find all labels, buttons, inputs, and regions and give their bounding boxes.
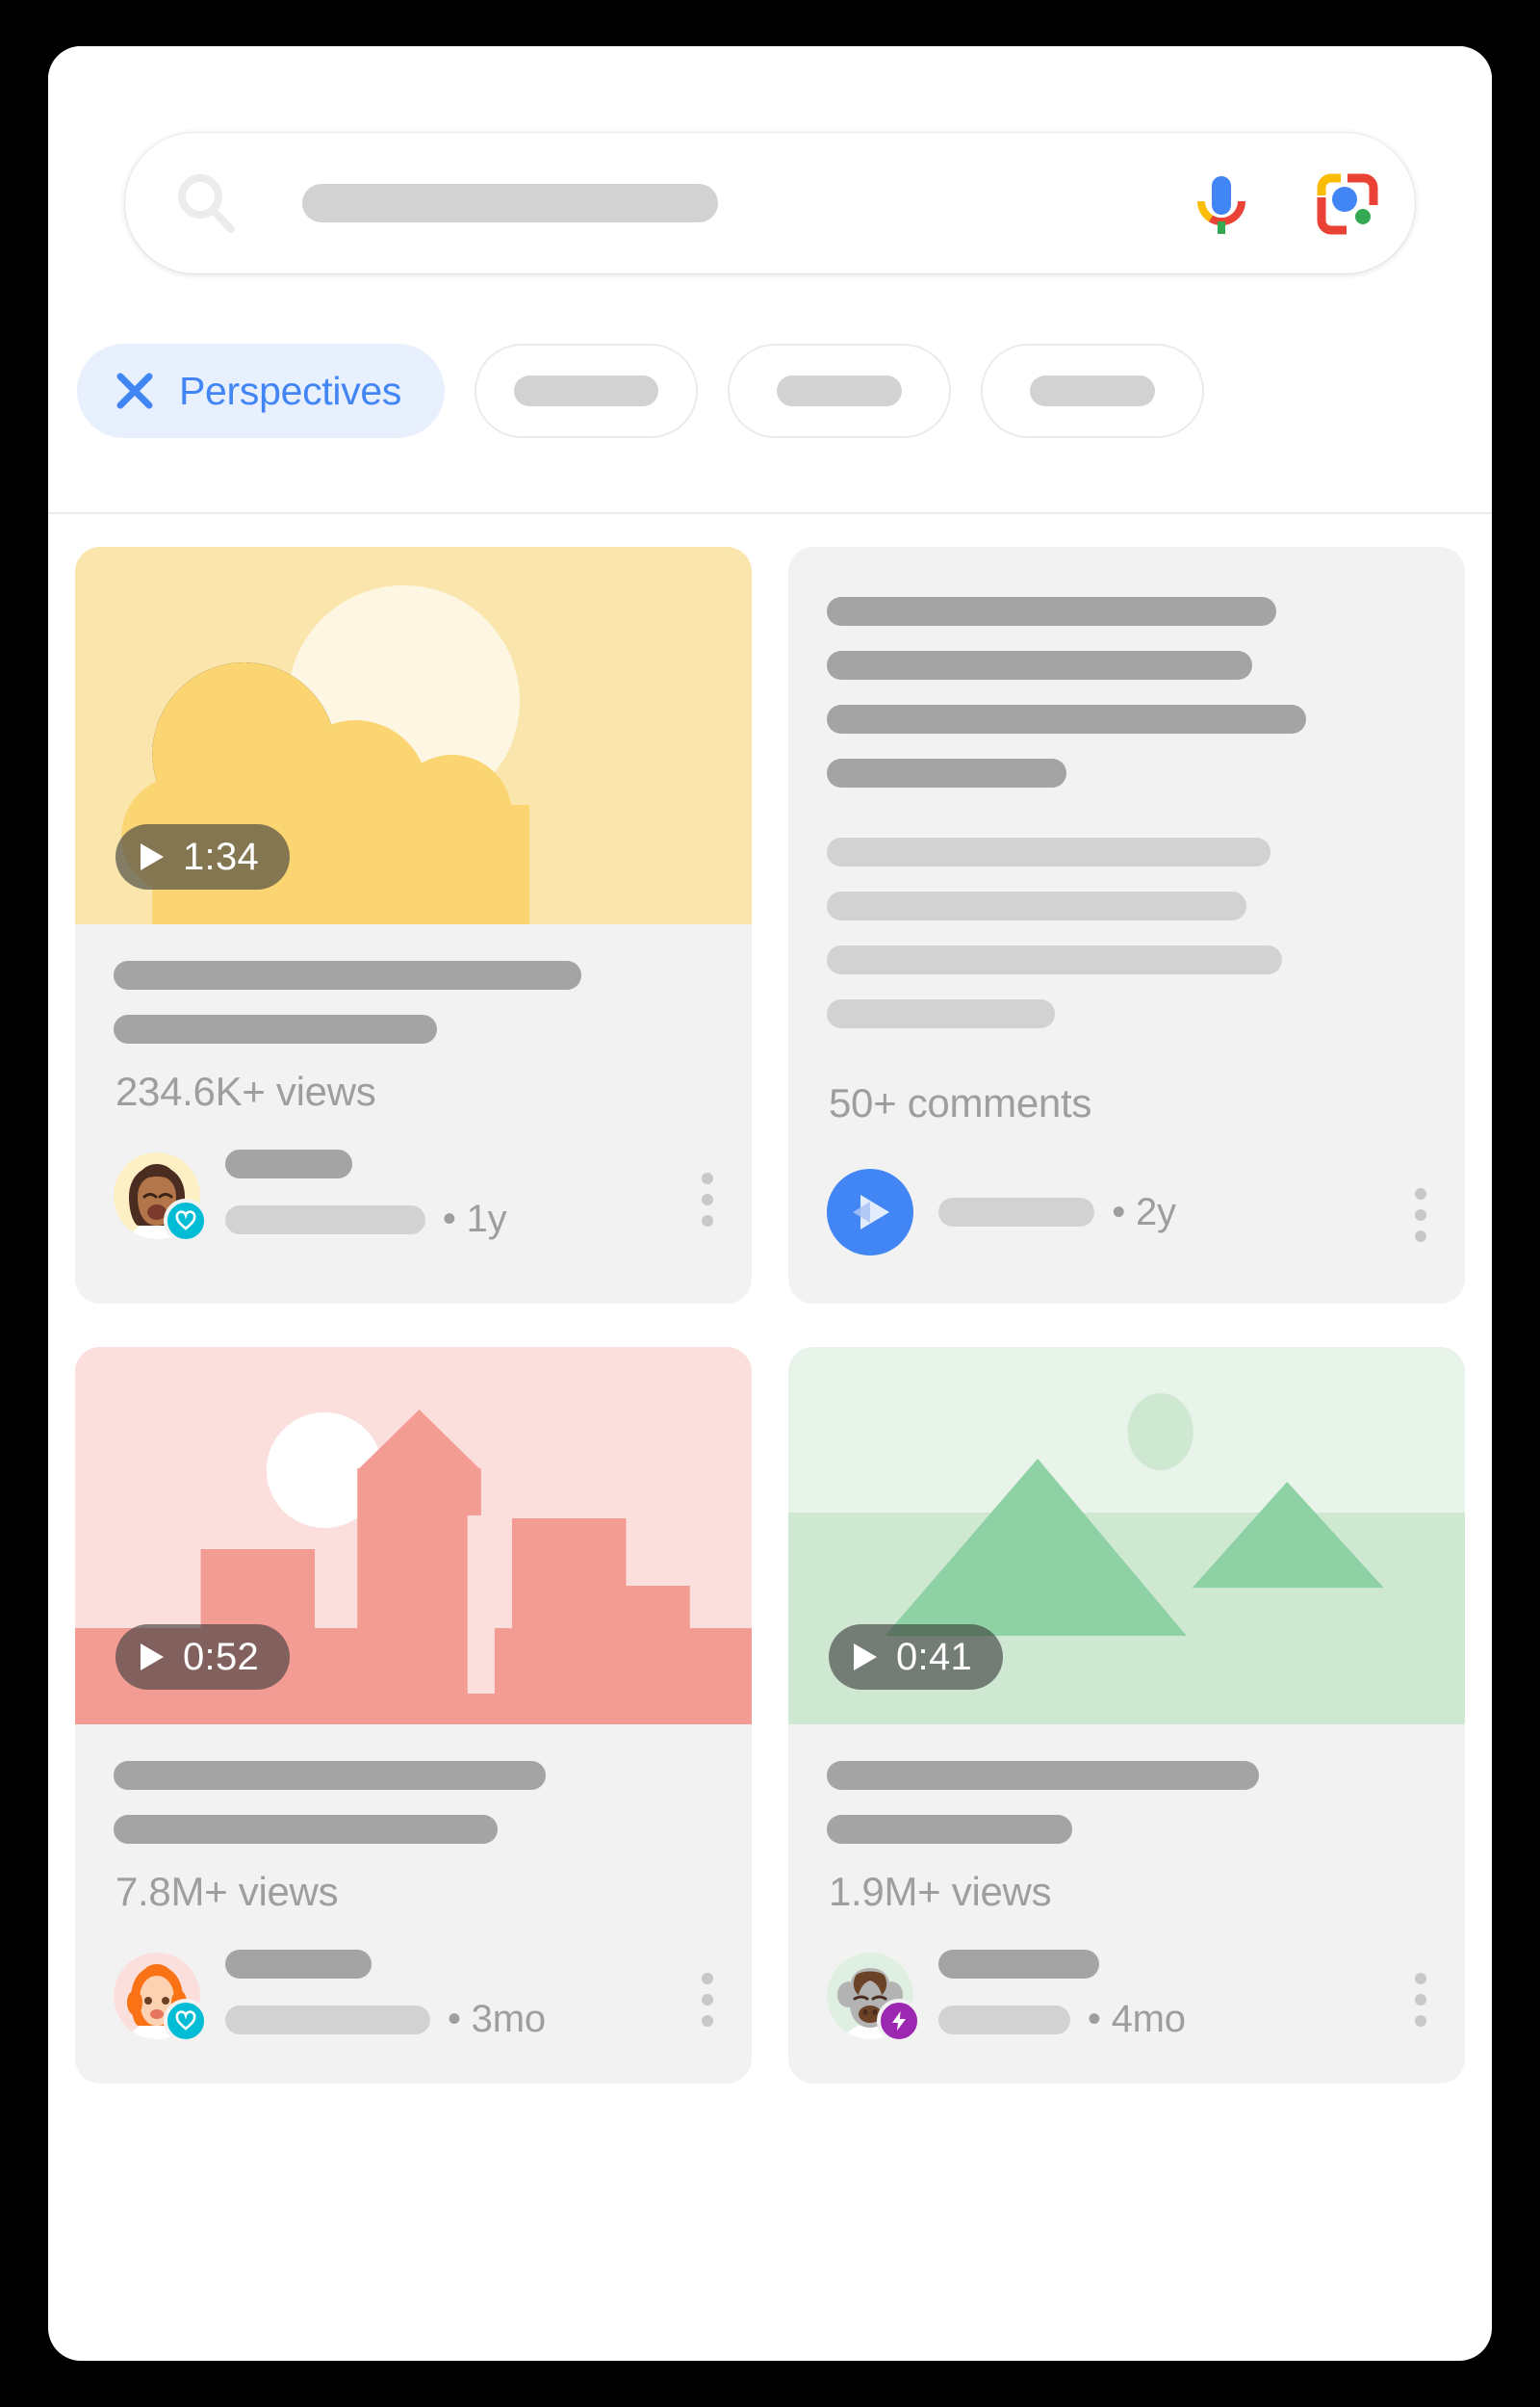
source-placeholder-lines: • 3mo [225,1950,713,2041]
title-placeholder-line [114,1015,438,1044]
comment-count: 50+ comments [829,1080,1092,1126]
publish-age: • 1y [442,1198,507,1240]
snippet-placeholder-line [827,759,1067,788]
chip-placeholder-3[interactable] [981,344,1205,438]
microphone-icon[interactable] [1186,168,1257,240]
duration-text: 0:52 [183,1635,260,1678]
view-count: 234.6K+ views [116,1069,376,1114]
text-snippet-block [788,547,1465,1028]
snippet-placeholder-line [827,838,1271,867]
source-meta-row: • 2y [938,1191,1426,1234]
card-info: 7.8M+ views [75,1724,752,1915]
video-thumbnail[interactable]: 0:52 [75,1347,752,1724]
search-bar[interactable] [125,133,1415,273]
source-meta-row: • 3mo [225,1998,713,2041]
result-card[interactable]: 0:52 7.8M+ views • 3mo [75,1347,752,2083]
view-count: 7.8M+ views [116,1869,339,1914]
filter-chips-region: Perspectives [48,321,1492,508]
filter-chips-row: Perspectives [77,344,1205,438]
avatar[interactable] [114,1152,208,1243]
source-meta-row: • 1y [225,1198,713,1241]
card-info: 234.6K+ views [75,924,752,1115]
heart-verified-badge [164,1198,208,1243]
phone-screen: Perspectives 1:34 234.6K+ views • 1y 50+… [48,46,1492,2361]
avatar[interactable] [827,1952,921,2043]
search-icon [171,168,241,238]
chip-label-placeholder [514,375,659,406]
result-card[interactable]: 50+ comments • 2y [788,547,1465,1304]
avatar[interactable] [114,1952,208,2043]
view-count: 1.9M+ views [829,1869,1052,1914]
search-region [48,46,1492,321]
title-placeholder-line [827,1815,1073,1844]
card-source-row[interactable]: • 1y [75,1115,752,1283]
avatar[interactable] [827,1169,913,1255]
card-info: 1.9M+ views [788,1724,1465,1915]
publish-age: • 4mo [1087,1998,1186,2040]
source-name-placeholder [938,1950,1100,1979]
chip-placeholder-2[interactable] [728,344,952,438]
source-sub-placeholder [938,2005,1070,2034]
card-source-row[interactable]: • 4mo [788,1915,1465,2083]
header-divider [48,512,1492,514]
source-placeholder-lines: • 1y [225,1150,713,1241]
snippet-placeholder-line [827,999,1055,1028]
close-x-icon[interactable] [114,370,156,412]
snippet-placeholder-line [827,705,1307,734]
source-sub-placeholder [225,1204,425,1234]
chip-placeholder-1[interactable] [475,344,699,438]
chip-label-placeholder [1030,375,1156,406]
title-placeholder-line [827,1761,1259,1790]
play-icon [854,1643,877,1670]
heart-verified-badge [164,1998,208,2043]
chip-label-perspectives: Perspectives [179,368,402,413]
google-lens-icon[interactable] [1312,168,1383,240]
title-placeholder-line [114,1815,498,1844]
video-duration-badge: 0:52 [116,1624,291,1690]
source-placeholder-lines: • 4mo [938,1950,1426,2041]
card-source-row[interactable]: • 2y [788,1126,1465,1304]
video-duration-badge: 1:34 [116,824,291,890]
more-options-icon[interactable] [1415,1972,1426,2027]
duration-text: 0:41 [896,1635,973,1678]
publish-age: • 3mo [447,1998,546,2040]
snippet-placeholder-line [827,597,1277,626]
more-options-icon[interactable] [702,1972,713,2027]
source-name-placeholder [938,1198,1095,1227]
play-icon [141,1643,164,1670]
source-name-placeholder [225,1950,372,1979]
video-thumbnail[interactable]: 1:34 [75,547,752,924]
snippet-placeholder-line [827,945,1283,974]
source-sub-placeholder [225,2005,430,2034]
more-options-icon[interactable] [1415,1188,1426,1242]
results-grid: 1:34 234.6K+ views • 1y 50+ comments • 2… [75,547,1465,2083]
card-source-row[interactable]: • 3mo [75,1915,752,2083]
source-meta-row: • 4mo [938,1998,1426,2041]
result-card[interactable]: 0:41 1.9M+ views • 4mo [788,1347,1465,2083]
snippet-placeholder-line [827,651,1253,680]
more-options-icon[interactable] [702,1172,713,1227]
chip-perspectives[interactable]: Perspectives [77,344,446,438]
source-name-placeholder [225,1150,352,1178]
video-thumbnail[interactable]: 0:41 [788,1347,1465,1724]
search-input[interactable] [302,184,718,222]
chip-label-placeholder [777,375,903,406]
publish-age: • 2y [1112,1190,1176,1233]
snippet-placeholder-line [827,892,1247,920]
duration-text: 1:34 [183,835,260,878]
title-placeholder-line [114,961,581,990]
video-duration-badge: 0:41 [829,1624,1004,1690]
lightning-bolt-badge [877,1998,921,2043]
blue-play-avatar [827,1169,913,1255]
source-placeholder-lines: • 2y [938,1191,1426,1234]
result-card[interactable]: 1:34 234.6K+ views • 1y [75,547,752,1304]
title-placeholder-line [114,1761,546,1790]
card-info: 50+ comments [788,1053,1465,1126]
play-icon [141,843,164,870]
